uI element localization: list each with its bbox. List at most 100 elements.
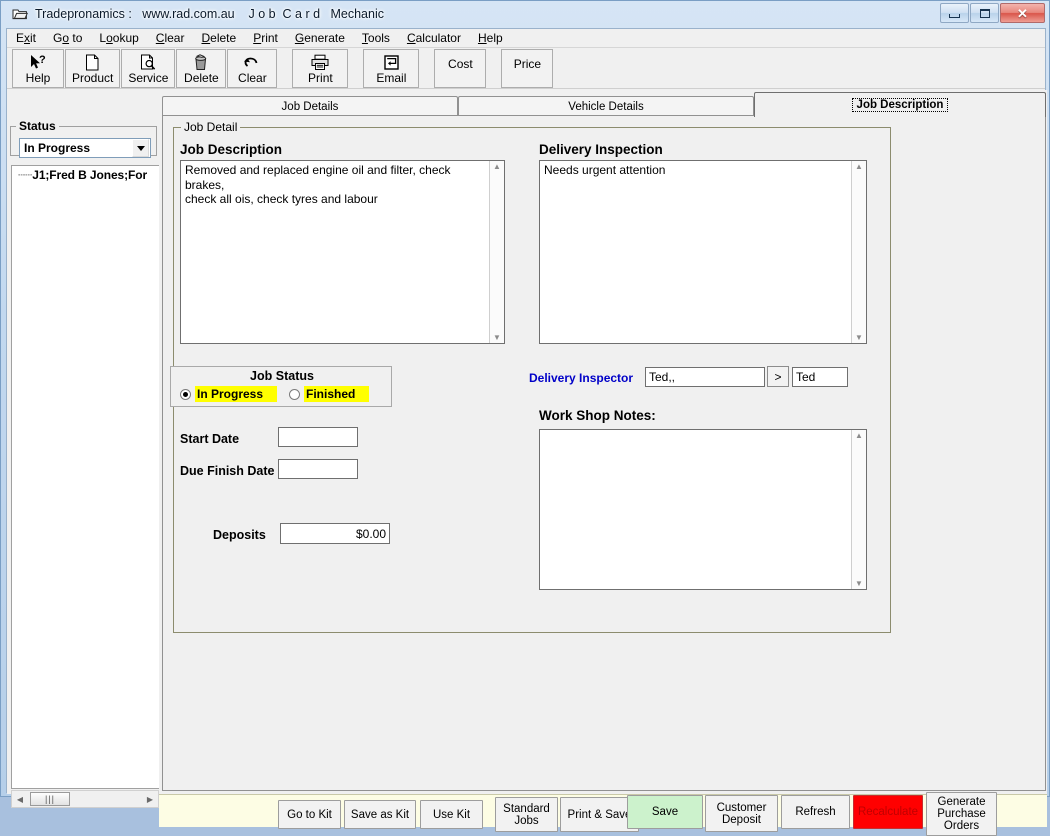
radio-finished[interactable]: Finished (289, 386, 370, 402)
toolbar-label-email: Email (376, 71, 407, 85)
toolbar: ? Help Product Service Delete Clear Prin… (7, 48, 1045, 89)
save-button[interactable]: Save (627, 795, 703, 829)
toolbar-button-email[interactable]: Email (363, 49, 420, 88)
job-description-text: Removed and replaced engine oil and filt… (185, 163, 451, 206)
scroll-up-icon[interactable]: ▲ (855, 430, 863, 441)
tab-job-details[interactable]: Job Details (162, 96, 458, 117)
standard-jobs-button[interactable]: Standard Jobs (495, 797, 558, 832)
menu-exit[interactable]: Exit (16, 31, 36, 45)
main-content: Job Details Vehicle Details Job Descript… (159, 90, 1047, 794)
tab-label: Vehicle Details (568, 101, 644, 113)
menu-bar: Exit Go to Lookup Clear Delete Print Gen… (7, 29, 1045, 48)
radio-in-progress[interactable]: In Progress (180, 386, 278, 402)
client-area: Exit Go to Lookup Clear Delete Print Gen… (6, 28, 1047, 836)
due-finish-date-label: Due Finish Date (180, 464, 275, 478)
close-icon: ✕ (1017, 5, 1028, 21)
job-status-group: Job Status In Progress Finished (170, 366, 392, 407)
scroll-left-icon[interactable]: ◀ (12, 791, 28, 807)
toolbar-button-service[interactable]: Service (121, 49, 176, 88)
use-kit-button[interactable]: Use Kit (420, 800, 483, 829)
scroll-down-icon[interactable]: ▼ (855, 332, 863, 343)
toolbar-button-clear[interactable]: Clear (227, 49, 278, 88)
go-to-kit-button[interactable]: Go to Kit (278, 800, 341, 829)
delivery-inspection-heading: Delivery Inspection (539, 142, 663, 157)
delivery-inspector-lookup-label: > (774, 369, 782, 384)
trash-can-icon (192, 53, 210, 72)
page-search-icon (140, 53, 157, 72)
toolbar-button-product[interactable]: Product (65, 49, 121, 88)
due-finish-date-input[interactable] (278, 459, 358, 479)
menu-delete[interactable]: Delete (201, 31, 236, 45)
page-icon (85, 53, 100, 72)
toolbar-label-clear: Clear (238, 71, 267, 85)
save-as-kit-button[interactable]: Save as Kit (344, 800, 416, 829)
status-dropdown[interactable]: In Progress (19, 138, 151, 158)
job-description-scrollbar[interactable]: ▲ ▼ (489, 161, 504, 343)
customer-deposit-button[interactable]: Customer Deposit (705, 795, 778, 832)
job-tree[interactable]: ┄┄J1;Fred B Jones;For (11, 165, 159, 789)
toolbar-button-price[interactable]: Price (501, 49, 554, 88)
work-shop-notes-textarea[interactable]: ▲ ▼ (539, 429, 867, 590)
work-shop-notes-scrollbar[interactable]: ▲ ▼ (851, 430, 866, 589)
radio-unselected-icon (289, 388, 300, 400)
start-date-input[interactable] (278, 427, 358, 447)
start-date-label: Start Date (180, 432, 240, 446)
scrollbar-thumb[interactable]: ||| (30, 792, 70, 806)
tab-vehicle-details[interactable]: Vehicle Details (458, 96, 754, 117)
radio-label-finished: Finished (304, 386, 370, 402)
delivery-inspector-code-input[interactable]: Ted (792, 367, 848, 387)
scroll-right-icon[interactable]: ▶ (142, 791, 158, 807)
menu-calculator[interactable]: Calculator (407, 31, 461, 45)
menu-lookup[interactable]: Lookup (99, 31, 138, 45)
recalculate-button[interactable]: Recalculate (853, 795, 923, 829)
sidebar-horizontal-scrollbar[interactable]: ◀ ||| ▶ (11, 790, 159, 808)
toolbar-label-print: Print (308, 71, 333, 85)
tab-job-description[interactable]: Job Description (754, 92, 1046, 117)
tree-connector: ┄┄ (18, 168, 33, 182)
toolbar-button-cost[interactable]: Cost (434, 49, 487, 88)
toolbar-label-service: Service (128, 71, 169, 85)
tab-strip: Job Details Vehicle Details Job Descript… (162, 91, 1046, 117)
menu-print[interactable]: Print (253, 31, 278, 45)
scroll-up-icon[interactable]: ▲ (855, 161, 863, 172)
menu-goto[interactable]: Go to (53, 31, 82, 45)
maximize-icon (979, 8, 990, 18)
deposits-input[interactable]: $0.00 (280, 523, 390, 544)
delivery-inspection-text: Needs urgent attention (544, 163, 666, 177)
job-description-textarea[interactable]: Removed and replaced engine oil and filt… (180, 160, 505, 344)
toolbar-label-help: Help (25, 71, 51, 85)
delivery-inspection-scrollbar[interactable]: ▲ ▼ (851, 161, 866, 343)
toolbar-button-print[interactable]: Print (292, 49, 349, 88)
toolbar-label-product: Product (72, 71, 114, 85)
menu-generate[interactable]: Generate (295, 31, 345, 45)
svg-text:?: ? (39, 54, 46, 66)
menu-tools[interactable]: Tools (362, 31, 390, 45)
chevron-down-icon[interactable] (132, 139, 149, 157)
list-item[interactable]: ┄┄J1;Fred B Jones;For (12, 166, 159, 182)
toolbar-label-price: Price (513, 56, 542, 71)
close-button[interactable]: ✕ (1000, 3, 1045, 23)
radio-label-in-progress: In Progress (195, 386, 278, 402)
toolbar-button-help[interactable]: ? Help (12, 49, 64, 88)
scroll-up-icon[interactable]: ▲ (493, 161, 501, 172)
scroll-down-icon[interactable]: ▼ (855, 578, 863, 589)
delivery-inspector-label: Delivery Inspector (529, 371, 634, 385)
refresh-button[interactable]: Refresh (781, 795, 850, 829)
menu-clear[interactable]: Clear (156, 31, 185, 45)
generate-purchase-orders-button[interactable]: Generate Purchase Orders (926, 792, 997, 836)
delivery-inspection-textarea[interactable]: Needs urgent attention ▲ ▼ (539, 160, 867, 344)
job-detail-group-label: Job Detail (181, 120, 241, 134)
radio-selected-icon (180, 388, 191, 400)
left-sidebar: Status In Progress ┄┄J1;Fred B Jones;For… (7, 90, 159, 808)
menu-help[interactable]: Help (478, 31, 503, 45)
maximize-button[interactable] (970, 3, 999, 23)
toolbar-button-delete[interactable]: Delete (176, 49, 227, 88)
deposits-label: Deposits (213, 528, 266, 542)
scroll-down-icon[interactable]: ▼ (493, 332, 501, 343)
delivery-inspector-lookup-button[interactable]: > (767, 366, 789, 387)
delivery-inspector-input[interactable]: Ted,, (645, 367, 765, 387)
bottom-action-bar: Go to Kit Save as Kit Use Kit Standard J… (159, 792, 1047, 836)
minimize-button[interactable] (940, 3, 969, 23)
toolbar-label-cost: Cost (448, 56, 473, 71)
toolbar-label-delete: Delete (184, 71, 219, 85)
